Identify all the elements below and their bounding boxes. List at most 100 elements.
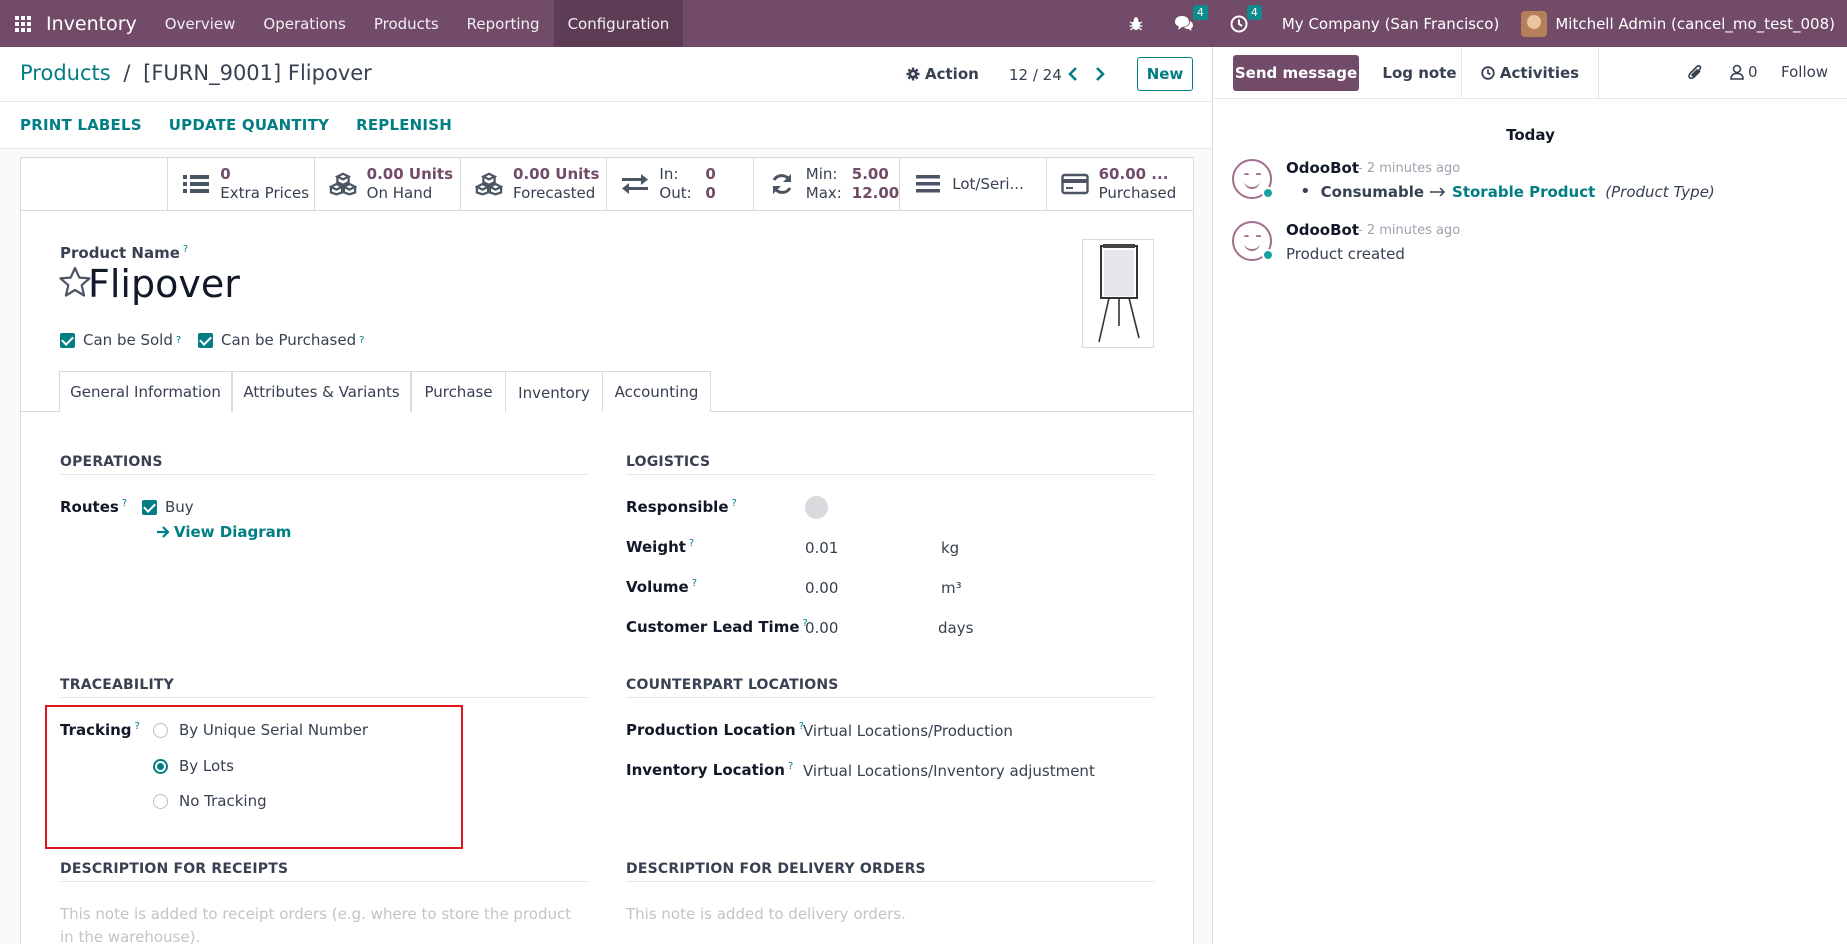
route-buy-checkbox[interactable]: Buy [142,498,194,516]
radio-unchecked-icon [153,722,168,738]
in-out-button[interactable]: In: 0 Out: 0 [607,158,754,210]
pager-next-icon[interactable] [1095,62,1105,86]
tracking-label: Tracking? [60,721,140,739]
control-panel: Products / [FURN_9001] Flipover Action 1… [0,47,1212,102]
tab-accounting[interactable]: Accounting [602,371,711,412]
odoobot-avatar[interactable] [1232,221,1274,261]
help-tooltip-icon[interactable]: ? [176,335,181,346]
menu-operations[interactable]: Operations [249,0,359,47]
credit-card-icon [1060,172,1089,196]
tracking-field-name: (Product Type) [1605,183,1715,201]
weight-input[interactable]: 0.01 [805,539,838,557]
customer-lead-time-unit: days [938,619,974,637]
responsible-avatar-placeholder[interactable] [805,496,828,519]
help-tooltip-icon[interactable]: ? [692,578,697,589]
message-author[interactable]: OdooBot [1286,221,1359,239]
log-note-button[interactable]: Log note [1363,47,1476,99]
purchased-label: Purchased [1098,184,1177,202]
help-tooltip-icon[interactable]: ? [135,721,140,732]
messages-icon[interactable]: 4 [1174,5,1208,32]
breadcrumb-current: [FURN_9001] Flipover [143,61,372,85]
favorite-star-icon[interactable] [58,266,92,302]
followers-count: 0 [1748,63,1758,81]
print-labels-button[interactable]: PRINT LABELS [20,116,142,134]
help-tooltip-icon[interactable]: ? [689,538,694,549]
extra-prices-label: Extra Prices [220,184,310,202]
menu-overview[interactable]: Overview [151,0,250,47]
menu-reporting[interactable]: Reporting [453,0,554,47]
help-tooltip-icon[interactable]: ? [183,244,188,255]
volume-label: Volume? [626,578,698,596]
tab-purchase[interactable]: Purchase [411,371,506,412]
description-delivery-title: DESCRIPTION FOR DELIVERY ORDERS [626,861,1154,882]
attachment-paperclip-icon[interactable] [1687,63,1703,81]
activities-clock-icon[interactable]: 4 [1230,4,1262,33]
send-message-button[interactable]: Send message [1233,55,1359,91]
product-name-field[interactable]: Flipover [88,262,240,306]
action-menu-button[interactable]: Action [906,65,979,83]
traceability-section-title: TRACEABILITY [60,677,588,698]
odoobot-avatar[interactable] [1232,159,1274,199]
menu-products[interactable]: Products [360,0,453,47]
view-diagram-link[interactable]: View Diagram [156,523,291,541]
inventory-location-field[interactable]: Virtual Locations/Inventory adjustment [803,762,1095,780]
tab-inventory[interactable]: Inventory [505,371,603,413]
message-body: Product created [1286,245,1405,263]
volume-input[interactable]: 0.00 [805,579,838,597]
replenish-button[interactable]: REPLENISH [356,116,452,134]
tracking-option-lots-label: By Lots [179,757,234,775]
can-be-sold-checkbox[interactable]: Can be Sold? [60,331,181,349]
lot-serial-button[interactable]: Lot/Seri... [900,158,1047,210]
operations-section-title: OPERATIONS [60,454,588,475]
customer-lead-time-label: Customer Lead Time? [626,618,808,636]
forecasted-button[interactable]: 0.00 Units Forecasted [461,158,608,210]
counterpart-locations-section-title: COUNTERPART LOCATIONS [626,677,1154,698]
purchased-button[interactable]: 60.00 ... Purchased [1047,158,1193,210]
tab-general-information[interactable]: General Information [59,371,232,412]
cubes-icon [475,172,504,196]
pager-value[interactable]: 12 / 24 [1009,66,1062,84]
customer-lead-time-input[interactable]: 0.00 [805,619,838,637]
company-switcher[interactable]: My Company (San Francisco) [1282,15,1499,33]
help-tooltip-icon[interactable]: ? [732,498,737,509]
user-avatar[interactable] [1521,10,1548,37]
forecasted-label: Forecasted [513,184,596,202]
update-quantity-button[interactable]: UPDATE QUANTITY [169,116,329,134]
activities-button[interactable]: Activities [1461,47,1599,99]
tab-attributes-variants[interactable]: Attributes & Variants [232,371,411,412]
production-location-field[interactable]: Virtual Locations/Production [803,722,1013,740]
extra-prices-button[interactable]: 0 Extra Prices [168,158,315,210]
action-label: Action [925,65,979,83]
tracking-option-serial[interactable]: By Unique Serial Number [153,721,368,739]
new-button[interactable]: New [1137,57,1193,91]
description-receipts-input[interactable]: This note is added to receipt orders (e.… [60,903,580,944]
in-label: In: [659,165,679,183]
apps-menu-icon[interactable] [0,0,46,47]
description-delivery-input[interactable]: This note is added to delivery orders. [626,903,1146,926]
on-hand-button[interactable]: 0.00 Units On Hand [315,158,462,210]
form-view: Products / [FURN_9001] Flipover Action 1… [0,47,1213,944]
app-brand[interactable]: Inventory [46,13,137,35]
message-author[interactable]: OdooBot [1286,159,1359,177]
min-max-button[interactable]: Min: 5.00 Max: 12.00 [754,158,901,210]
date-separator: Today [1506,126,1555,144]
help-tooltip-icon[interactable]: ? [359,335,364,346]
help-tooltip-icon[interactable]: ? [122,498,127,509]
bug-icon[interactable] [1128,16,1144,32]
pager-previous-icon[interactable] [1068,62,1078,86]
menu-configuration[interactable]: Configuration [553,0,684,47]
tracking-option-none[interactable]: No Tracking [153,792,267,810]
clock-icon [1481,66,1495,80]
tracking-option-serial-label: By Unique Serial Number [179,721,369,739]
help-tooltip-icon[interactable]: ? [788,761,793,772]
product-image[interactable] [1082,239,1154,348]
followers-button[interactable]: 0 [1730,63,1758,81]
breadcrumb-products-link[interactable]: Products [20,61,111,85]
on-hand-label: On Hand [366,184,433,202]
can-be-purchased-checkbox[interactable]: Can be Purchased? [198,331,364,349]
user-menu[interactable]: Mitchell Admin (cancel_mo_test_008) [1555,15,1835,33]
tracking-option-none-label: No Tracking [179,792,267,810]
max-label: Max: [805,184,842,202]
tracking-option-lots[interactable]: By Lots [153,757,234,775]
follow-button[interactable]: Follow [1781,63,1828,81]
